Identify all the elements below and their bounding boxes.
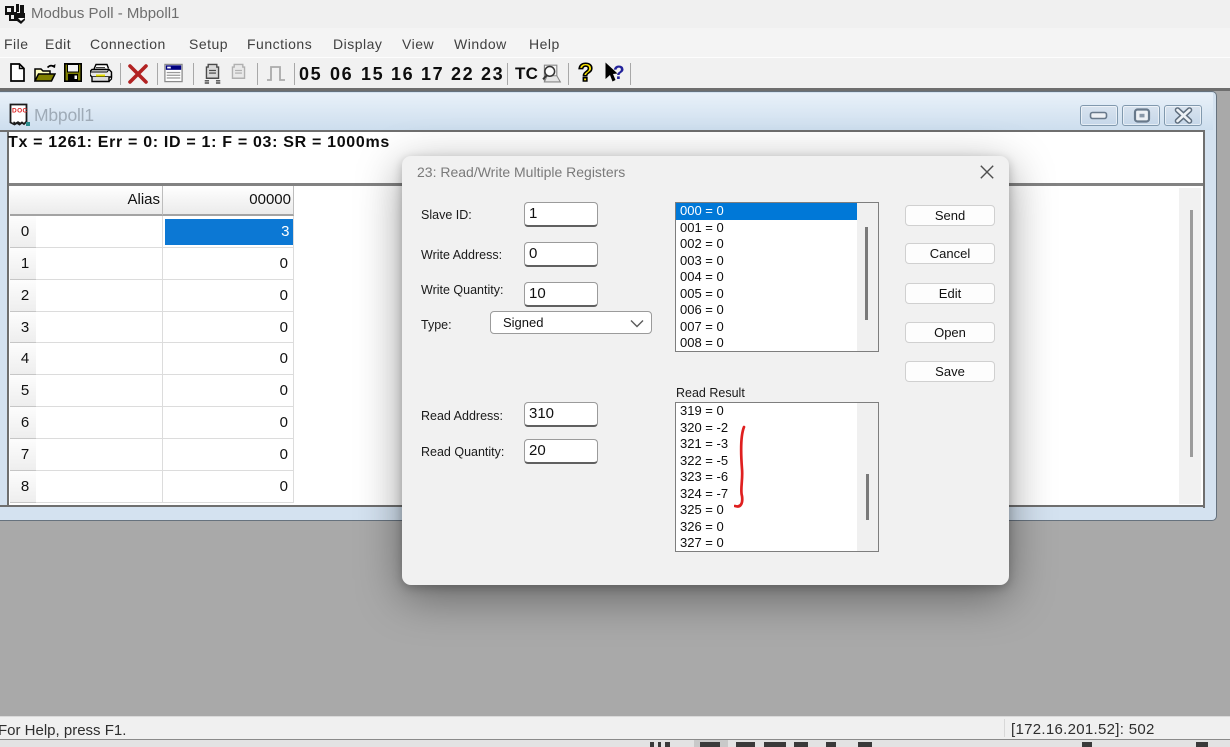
svg-text:?: ?: [613, 63, 625, 84]
svg-text:?: ?: [578, 61, 593, 85]
svg-text:DOC: DOC: [12, 108, 28, 115]
